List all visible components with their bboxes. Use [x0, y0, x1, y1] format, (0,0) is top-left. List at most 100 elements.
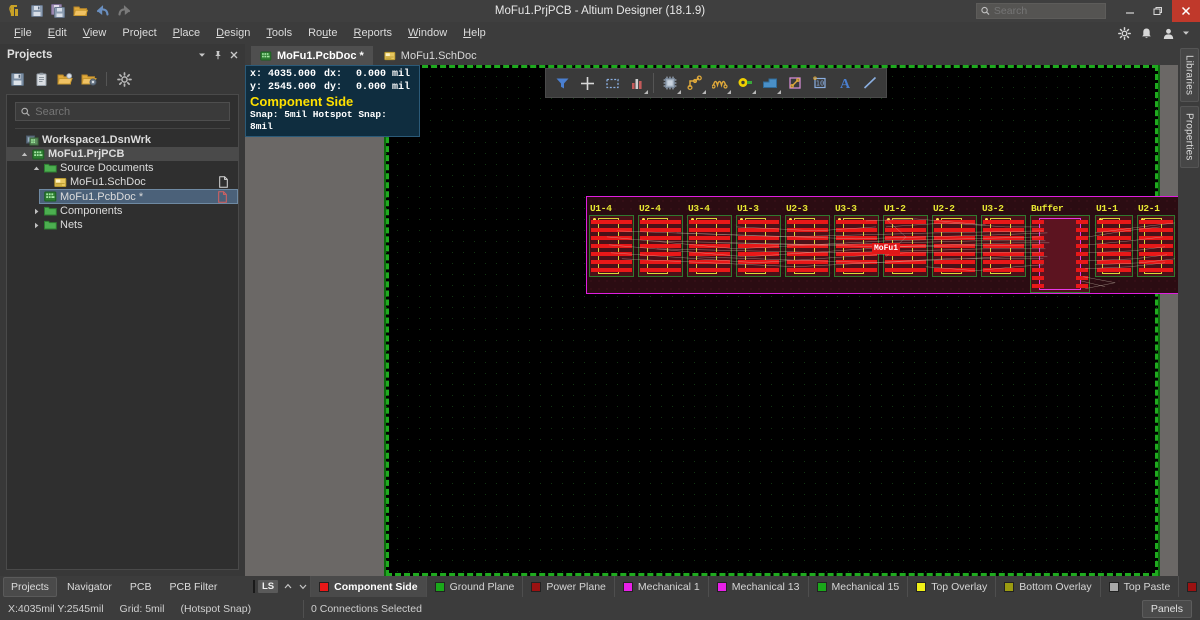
global-search-box[interactable]	[976, 3, 1106, 19]
panel-tab-projects[interactable]: Projects	[3, 576, 57, 597]
place-line-icon[interactable]	[858, 71, 882, 95]
menu-help[interactable]: Help	[455, 24, 494, 42]
component-u1-4[interactable]: U1-4	[589, 203, 634, 277]
undo-icon[interactable]	[93, 2, 112, 21]
layer-down-arrow-icon[interactable]	[296, 579, 310, 594]
component-buffer[interactable]: Buffer	[1030, 203, 1090, 293]
projects-search-box[interactable]	[15, 102, 230, 121]
menu-view[interactable]: View	[75, 24, 115, 42]
bar-chart-icon[interactable]	[625, 71, 649, 95]
layer-tab-ground-plane[interactable]: Ground Plane	[425, 576, 523, 597]
place-dimension-icon[interactable]	[783, 71, 807, 95]
menu-edit[interactable]: Edit	[40, 24, 75, 42]
panel-collapse-icon[interactable]	[194, 48, 209, 63]
menu-route[interactable]: Route	[300, 24, 345, 42]
menu-design[interactable]: Design	[208, 24, 258, 42]
panel-tab-pcb[interactable]: PCB	[122, 577, 160, 597]
menu-file[interactable]: File	[6, 24, 40, 42]
menu-tools[interactable]: Tools	[258, 24, 300, 42]
layer-tab-mechanical-13[interactable]: Mechanical 13	[707, 576, 808, 597]
panels-button[interactable]: Panels	[1141, 600, 1192, 618]
layer-tab-bottom-paste[interactable]: Bottom P	[1178, 576, 1200, 597]
document-tab-pcbdoc[interactable]: MoFu1.PcbDoc *	[251, 46, 373, 65]
redo-icon[interactable]	[115, 2, 134, 21]
chevron-down-icon[interactable]	[1180, 23, 1192, 43]
tree-item-workspace[interactable]: Workspace1.DsnWrk	[7, 133, 238, 147]
menu-project[interactable]: Project	[114, 24, 164, 42]
component-u1-3[interactable]: U1-3	[736, 203, 781, 277]
status-coordinates: X:4035mil Y:2545mil	[8, 603, 104, 615]
vertical-tab-properties[interactable]: Properties	[1179, 106, 1199, 168]
component-u2-1[interactable]: U2-1	[1137, 203, 1175, 277]
layer-tab-mechanical-1[interactable]: Mechanical 1	[613, 576, 708, 597]
component-u3-2[interactable]: U3-2	[981, 203, 1026, 277]
selection-rectangle-icon[interactable]	[600, 71, 624, 95]
save-icon[interactable]	[27, 2, 46, 21]
place-track-icon[interactable]	[683, 71, 707, 95]
twisty-collapsed[interactable]	[33, 222, 43, 229]
place-coordinate-icon[interactable]: 10	[808, 71, 832, 95]
layer-tab-top-paste[interactable]: Top Paste	[1099, 576, 1179, 597]
layer-sets-button[interactable]: LS	[258, 580, 279, 593]
place-string-icon[interactable]: A	[833, 71, 857, 95]
tree-item-project[interactable]: MoFu1.PrjPCB	[7, 147, 238, 161]
twisty-collapsed[interactable]	[33, 208, 43, 215]
net-label-mofu1[interactable]: MoFu1	[872, 243, 901, 254]
bell-icon[interactable]	[1136, 23, 1156, 43]
layer-label: Mechanical 1	[637, 580, 700, 593]
pin-icon[interactable]	[210, 48, 225, 63]
projects-search-input[interactable]	[35, 105, 224, 118]
pcb-board-outline[interactable]: U1-4 U2-4 U3-4 U1-3 U2-3 U3-3 U1-2 U2-2 …	[586, 196, 1178, 294]
tree-item-schdoc[interactable]: MoFu1.SchDoc	[7, 175, 238, 189]
tree-item-nets[interactable]: Nets	[7, 218, 238, 232]
save-project-icon[interactable]	[8, 70, 26, 88]
menu-place[interactable]: Place	[165, 24, 209, 42]
global-search-input[interactable]	[993, 5, 1101, 17]
close-button[interactable]	[1172, 0, 1200, 22]
layer-color-swatch	[1004, 581, 1015, 592]
tree-item-source-documents[interactable]: Source Documents	[7, 161, 238, 175]
place-via-icon[interactable]	[733, 71, 757, 95]
twisty-expanded[interactable]	[33, 165, 43, 172]
vertical-tab-libraries[interactable]: Libraries	[1179, 48, 1199, 103]
menu-reports[interactable]: Reports	[345, 24, 400, 42]
interactive-routing-icon[interactable]	[708, 71, 732, 95]
layer-tab-top-overlay[interactable]: Top Overlay	[907, 576, 995, 597]
panel-close-icon[interactable]	[226, 48, 241, 63]
place-component-icon[interactable]	[658, 71, 682, 95]
settings-gear-icon[interactable]	[115, 70, 133, 88]
open-project-folder-icon[interactable]	[56, 70, 74, 88]
component-u2-3[interactable]: U2-3	[785, 203, 830, 277]
pcb-canvas[interactable]: U1-4 U2-4 U3-4 U1-3 U2-3 U3-3 U1-2 U2-2 …	[245, 65, 1178, 576]
gear-icon[interactable]	[1114, 23, 1134, 43]
component-u3-4[interactable]: U3-4	[687, 203, 732, 277]
user-avatar-icon[interactable]	[1158, 23, 1178, 43]
active-layer-color-swatch[interactable]	[253, 580, 255, 593]
component-u2-4[interactable]: U2-4	[638, 203, 683, 277]
tree-item-components[interactable]: Components	[7, 204, 238, 218]
open-folder-icon[interactable]	[71, 2, 90, 21]
place-fill-icon[interactable]	[758, 71, 782, 95]
layer-tab-component-side[interactable]: Component Side	[310, 576, 426, 597]
layer-tab-bottom-overlay[interactable]: Bottom Overlay	[995, 576, 1099, 597]
filter-icon[interactable]	[550, 71, 574, 95]
tree-item-pcbdoc[interactable]: MoFu1.PcbDoc *	[39, 189, 238, 204]
document-tab-schdoc[interactable]: MoFu1.SchDoc	[375, 46, 486, 65]
crosshair-icon[interactable]	[575, 71, 599, 95]
compile-document-icon[interactable]	[32, 70, 50, 88]
component-u1-1[interactable]: U1-1	[1095, 203, 1133, 277]
panel-tab-pcb-filter[interactable]: PCB Filter	[161, 577, 225, 597]
project-options-folder-icon[interactable]	[80, 70, 98, 88]
minimize-button[interactable]	[1116, 0, 1144, 22]
panel-tab-navigator[interactable]: Navigator	[59, 577, 120, 597]
twisty-expanded[interactable]	[21, 151, 31, 158]
restore-button[interactable]	[1144, 0, 1172, 22]
menu-window[interactable]: Window	[400, 24, 455, 42]
layer-tab-mechanical-15[interactable]: Mechanical 15	[807, 576, 908, 597]
hud-dy-unit: mil	[392, 82, 411, 93]
layer-tab-power-plane[interactable]: Power Plane	[522, 576, 614, 597]
component-u2-2[interactable]: U2-2	[932, 203, 977, 277]
altium-logo-icon[interactable]	[5, 2, 24, 21]
save-all-icon[interactable]	[49, 2, 68, 21]
layer-up-arrow-icon[interactable]	[281, 579, 295, 594]
